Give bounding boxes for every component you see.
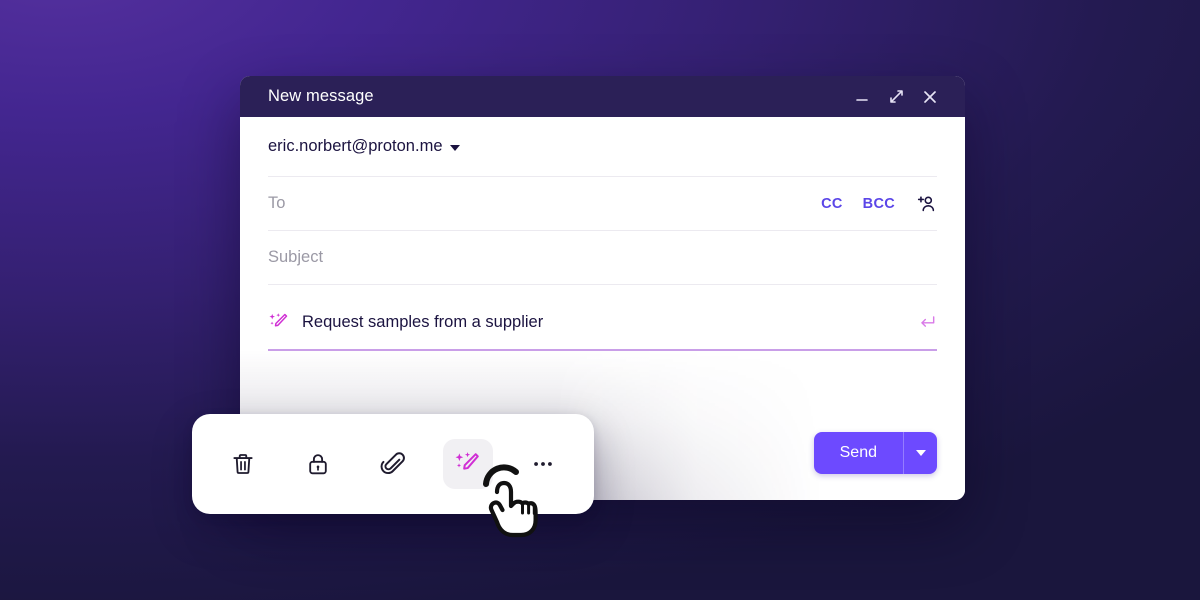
from-field-row: eric.norbert@proton.me <box>268 117 937 177</box>
add-contact-button[interactable] <box>915 193 937 215</box>
magic-wand-icon <box>268 311 290 333</box>
more-options-button[interactable] <box>518 439 568 489</box>
page-title: New message <box>268 87 374 105</box>
magic-wand-icon <box>455 452 479 470</box>
compose-titlebar: New message <box>240 76 965 117</box>
send-button[interactable]: Send <box>813 432 937 474</box>
maximize-button[interactable] <box>879 80 913 114</box>
chevron-down-icon <box>449 144 460 151</box>
from-address-selector[interactable]: eric.norbert@proton.me <box>268 137 460 156</box>
close-icon <box>924 90 936 103</box>
delete-draft-button[interactable] <box>218 439 268 489</box>
ai-prompt-row: Request samples from a supplier <box>268 295 937 351</box>
cc-button[interactable]: CC <box>821 196 843 212</box>
send-button-label: Send <box>839 444 877 461</box>
to-field-row: To CC BCC <box>268 177 937 231</box>
ai-prompt-submit-button[interactable] <box>917 312 937 332</box>
enter-key-icon <box>921 316 935 327</box>
attachment-button[interactable] <box>368 439 418 489</box>
from-address-text: eric.norbert@proton.me <box>268 137 443 155</box>
trash-icon <box>233 454 253 474</box>
minimize-button[interactable] <box>845 80 879 114</box>
expand-icon <box>889 90 903 103</box>
subject-input[interactable]: Subject <box>268 248 937 267</box>
lock-icon <box>309 454 327 475</box>
compose-action-toolbar <box>192 414 594 514</box>
send-options-button[interactable] <box>903 432 937 474</box>
bcc-button[interactable]: BCC <box>863 196 895 212</box>
paperclip-icon <box>380 452 405 474</box>
cc-bcc-group: CC BCC <box>821 193 937 215</box>
close-button[interactable] <box>913 80 947 114</box>
to-input[interactable]: To <box>268 194 821 213</box>
chevron-down-icon <box>915 450 926 456</box>
ellipsis-icon <box>533 462 552 466</box>
encryption-button[interactable] <box>293 439 343 489</box>
ai-prompt-input[interactable]: Request samples from a supplier <box>302 313 917 332</box>
add-contact-icon <box>917 195 935 211</box>
subject-field-row: Subject <box>268 231 937 285</box>
screenshot-stage: New message eric.norbert@proton.me To CC… <box>0 0 1200 600</box>
ai-writing-assistant-button[interactable] <box>442 439 493 489</box>
minimize-icon <box>856 98 868 101</box>
